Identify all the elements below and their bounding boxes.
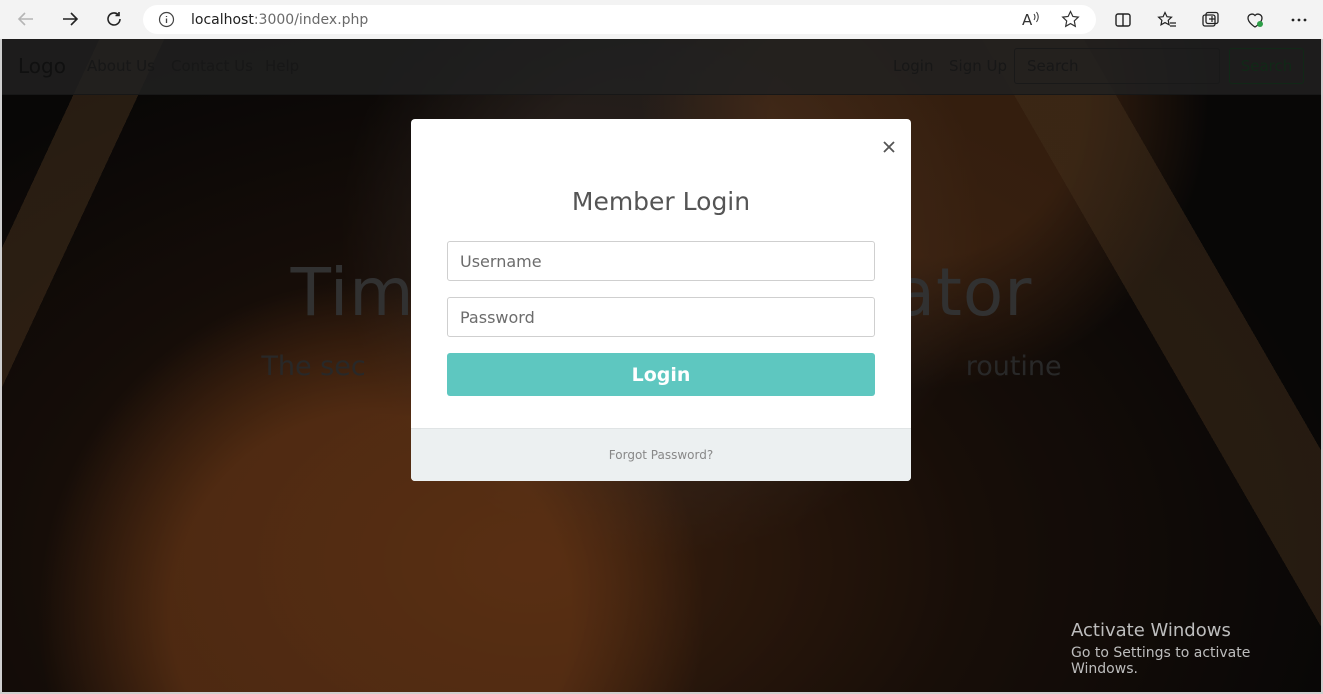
modal-footer: Forgot Password? [411,428,911,481]
url-text: localhost:3000/index.php [191,11,369,28]
browser-essentials-icon[interactable] [1244,9,1266,31]
address-bar[interactable]: localhost:3000/index.php A [143,5,1096,34]
svg-text:A: A [1022,11,1033,28]
browser-toolbar: localhost:3000/index.php A [0,0,1323,39]
more-menu-icon[interactable] [1288,9,1310,31]
favorite-star-icon[interactable] [1061,10,1080,34]
login-button[interactable]: Login [447,353,875,396]
collections-icon[interactable] [1200,9,1222,31]
activate-windows-watermark: Activate Windows Go to Settings to activ… [1071,620,1251,677]
close-icon[interactable] [878,136,900,158]
back-icon[interactable] [15,8,37,30]
password-field[interactable] [447,297,875,337]
read-aloud-icon[interactable]: A [1021,10,1041,33]
modal-title: Member Login [571,187,751,216]
info-icon[interactable] [158,11,175,33]
username-field[interactable] [447,241,875,281]
favorites-icon[interactable] [1156,9,1178,31]
login-modal: Member Login Login Forgot Password? [411,119,911,481]
forgot-password-link[interactable]: Forgot Password? [609,448,713,462]
refresh-icon[interactable] [103,8,125,30]
forward-icon[interactable] [59,8,81,30]
split-screen-icon[interactable] [1112,9,1134,31]
